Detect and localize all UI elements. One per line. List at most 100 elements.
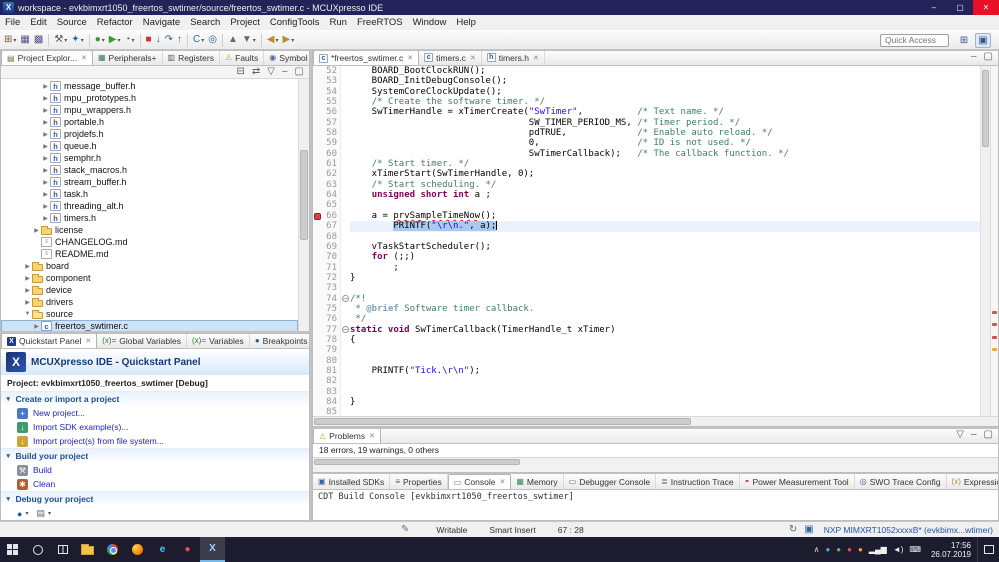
step-over-button[interactable]: ↷ bbox=[163, 32, 175, 48]
code-text[interactable]: /* Start timer. */ bbox=[350, 159, 980, 169]
tree-item-component[interactable]: ▶ component bbox=[1, 272, 298, 284]
menu-search[interactable]: Search bbox=[185, 17, 225, 28]
build-button[interactable]: ⚒ ▾ bbox=[52, 32, 69, 48]
tab-quickstart-panel[interactable]: X Quickstart Panel ✕ bbox=[1, 334, 98, 348]
expander-icon[interactable]: ▶ bbox=[41, 191, 50, 198]
editor-hscrollbar[interactable] bbox=[313, 416, 998, 426]
edge-button[interactable]: e bbox=[150, 537, 175, 562]
tab-swo-trace-config[interactable]: ◎ SWO Trace Config bbox=[855, 474, 947, 489]
maximize-button[interactable]: ▢ bbox=[947, 0, 973, 15]
error-mark[interactable] bbox=[992, 311, 997, 314]
error-mark[interactable] bbox=[992, 347, 997, 351]
editor-vscrollbar[interactable] bbox=[980, 66, 990, 416]
terminate-button[interactable]: ■ bbox=[144, 32, 154, 48]
tab-registers[interactable]: ▥ Registers bbox=[163, 51, 220, 65]
close-tab-icon[interactable]: ✕ bbox=[470, 54, 476, 62]
tree-item-changelog-md[interactable]: ≡ CHANGELOG.md bbox=[1, 236, 298, 248]
expander-icon[interactable]: ▶ bbox=[23, 287, 32, 294]
tree-item-freertos-swtimer-c[interactable]: ▶ c freertos_swtimer.c bbox=[1, 320, 298, 331]
expander-icon[interactable]: ▼ bbox=[23, 311, 32, 317]
tab-problems[interactable]: ⚠ Problems ✕ bbox=[313, 429, 381, 443]
menu-freertos[interactable]: FreeRTOS bbox=[352, 17, 408, 28]
menu-run[interactable]: Run bbox=[325, 17, 352, 28]
code-text[interactable]: unsigned short int a ; bbox=[350, 190, 980, 200]
menu-window[interactable]: Window bbox=[408, 17, 452, 28]
tab-timers-c[interactable]: c timers.c ✕ bbox=[419, 51, 482, 65]
profile-button[interactable]: ◔ ▾ bbox=[122, 32, 136, 48]
tree-item-mpu-prototypes-h[interactable]: ▶ h mpu_prototypes.h bbox=[1, 92, 298, 104]
code-text[interactable] bbox=[350, 200, 980, 210]
minimize-button[interactable]: – bbox=[921, 0, 947, 15]
code-text[interactable] bbox=[350, 376, 980, 386]
app-red-button[interactable]: ● bbox=[175, 537, 200, 562]
fold-collapse-icon[interactable]: – bbox=[342, 295, 349, 303]
expander-icon[interactable]: ▶ bbox=[41, 179, 50, 186]
link-import-sdk-example-s[interactable]: ↓ Import SDK example(s)... bbox=[1, 420, 309, 434]
code-text[interactable]: PRINTF("Tick.\r\n"); bbox=[350, 366, 980, 376]
tab-power-measurement-tool[interactable]: ◓ Power Measurement Tool bbox=[740, 474, 855, 489]
code-text[interactable] bbox=[350, 232, 980, 242]
code-text[interactable]: PRINTF("\r\n.", a); bbox=[350, 221, 980, 232]
debug-launch-button[interactable]: ● ▾ bbox=[17, 509, 28, 519]
expander-icon[interactable]: ▶ bbox=[41, 131, 50, 138]
minimize-button[interactable]: – bbox=[969, 51, 979, 65]
close-tab-icon[interactable]: ✕ bbox=[533, 54, 539, 62]
close-tab-icon[interactable]: ✕ bbox=[407, 54, 413, 62]
new-button[interactable]: ⊞ ▾ bbox=[2, 32, 18, 48]
mcuxpresso-button[interactable]: X bbox=[200, 537, 225, 562]
code-text[interactable]: /* Create the software timer. */ bbox=[350, 97, 980, 107]
close-button[interactable]: ✕ bbox=[973, 0, 999, 15]
tab-installed-sdks[interactable]: ▣ Installed SDKs bbox=[313, 474, 391, 489]
code-text[interactable] bbox=[350, 407, 980, 416]
tab-breakpoints[interactable]: ● Breakpoints bbox=[250, 334, 309, 348]
expander-icon[interactable]: ▶ bbox=[41, 83, 50, 90]
view-menu-button[interactable]: ▽ bbox=[954, 429, 966, 443]
tab-properties[interactable]: ≡ Properties bbox=[390, 474, 448, 489]
debug-button[interactable]: ● ▾ bbox=[93, 32, 107, 48]
tree-item-task-h[interactable]: ▶ h task.h bbox=[1, 188, 298, 200]
next-annotation-button[interactable]: ▼ ▾ bbox=[240, 32, 258, 48]
problems-hscrollbar[interactable] bbox=[313, 457, 998, 466]
expander-icon[interactable]: ▶ bbox=[23, 263, 32, 270]
code-text[interactable]: xTimerStart(SwTimerHandle, 0); bbox=[350, 169, 980, 179]
menu-file[interactable]: File bbox=[0, 17, 25, 28]
new-c-project-button[interactable]: C ▾ bbox=[191, 32, 206, 48]
back-button[interactable]: ◀ ▾ bbox=[265, 32, 281, 48]
code-text[interactable]: ; bbox=[350, 263, 980, 273]
tree-item-drivers[interactable]: ▶ drivers bbox=[1, 296, 298, 308]
menu-configtools[interactable]: ConfigTools bbox=[265, 17, 325, 28]
refresh-button[interactable]: ↻ bbox=[787, 522, 799, 538]
link-clean[interactable]: ✱ Clean bbox=[1, 477, 309, 491]
expander-icon[interactable]: ▶ bbox=[41, 119, 50, 126]
last-edit-location-button[interactable]: ▲ bbox=[226, 32, 240, 48]
tree-item-timers-h[interactable]: ▶ h timers.h bbox=[1, 212, 298, 224]
code-text[interactable]: SystemCoreClockUpdate(); bbox=[350, 87, 980, 97]
tree-item-semphr-h[interactable]: ▶ h semphr.h bbox=[1, 152, 298, 164]
code-text[interactable]: pdTRUE, /* Enable auto reload. */ bbox=[350, 128, 980, 138]
tree-item-board[interactable]: ▶ board bbox=[1, 260, 298, 272]
code-text[interactable] bbox=[350, 387, 980, 397]
hidden-icons-icon[interactable]: ∧ bbox=[814, 545, 820, 554]
view-menu-button[interactable]: ▽ bbox=[265, 64, 277, 80]
scrollbar-thumb[interactable] bbox=[300, 149, 308, 241]
tray-app-green-icon[interactable]: ● bbox=[836, 545, 841, 554]
tree-item-stack-macros-h[interactable]: ▶ h stack_macros.h bbox=[1, 164, 298, 176]
file-explorer-button[interactable] bbox=[75, 537, 100, 562]
tab-console[interactable]: ▭ Console ✕ bbox=[447, 474, 512, 489]
code-text[interactable]: a = prvSampleTimeNow(); bbox=[350, 211, 980, 221]
tree-item-threading-alt-h[interactable]: ▶ h threading_alt.h bbox=[1, 200, 298, 212]
expander-icon[interactable]: ▶ bbox=[41, 215, 50, 222]
close-tab-icon[interactable]: ✕ bbox=[499, 478, 505, 486]
tab-memory[interactable]: ▦ Memory bbox=[511, 474, 564, 489]
error-mark[interactable] bbox=[992, 323, 997, 327]
close-tab-icon[interactable]: ✕ bbox=[85, 337, 91, 345]
keyboard-icon[interactable]: ⌨ bbox=[909, 545, 921, 554]
tab-faults[interactable]: ⚠ Faults bbox=[220, 51, 265, 65]
expander-icon[interactable]: ▶ bbox=[41, 107, 50, 114]
step-into-button[interactable]: ↓ bbox=[154, 32, 163, 48]
forward-button[interactable]: ▶ ▾ bbox=[281, 32, 297, 48]
firefox-button[interactable] bbox=[125, 537, 150, 562]
link-import-project-s-from-file-system[interactable]: ↓ Import project(s) from file system... bbox=[1, 434, 309, 448]
close-tab-icon[interactable]: ✕ bbox=[81, 54, 87, 62]
link-with-editor-button[interactable]: ⇄ bbox=[250, 64, 262, 80]
